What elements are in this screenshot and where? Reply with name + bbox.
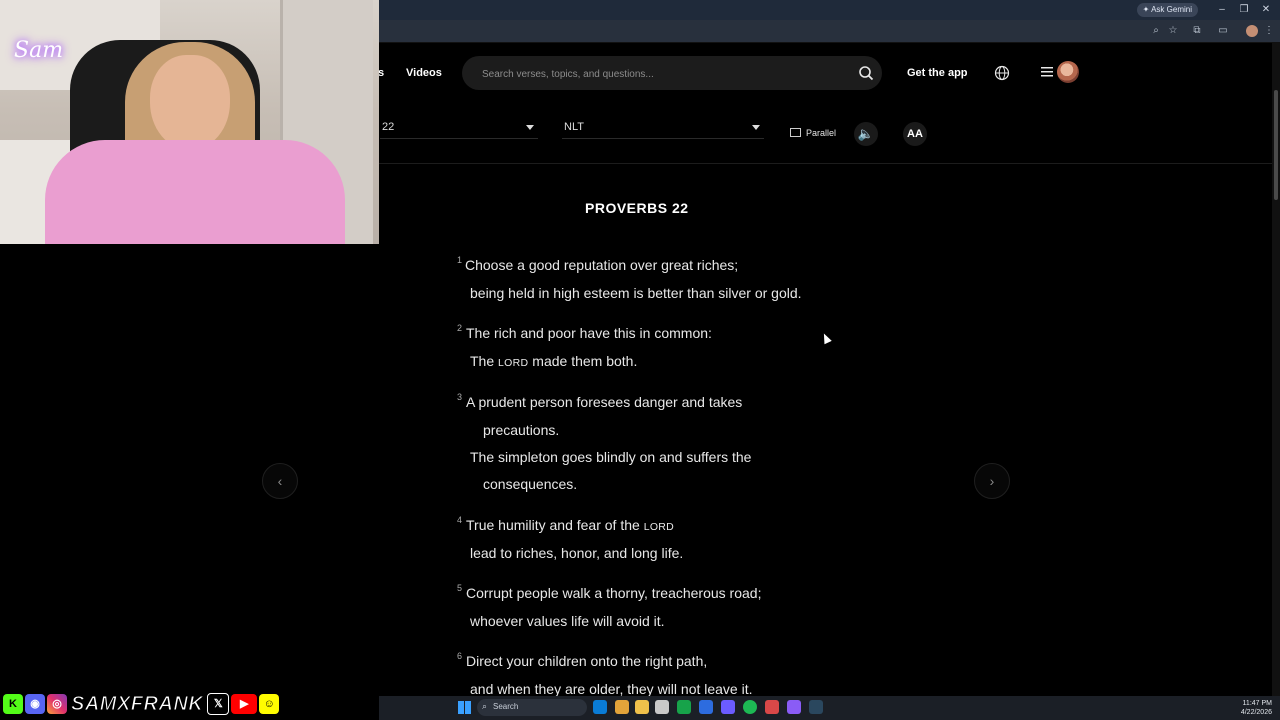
ask-gemini-button[interactable]: ✦ Ask Gemini (1136, 3, 1198, 17)
app-icon[interactable] (787, 700, 801, 714)
nav-link-videos[interactable]: Videos (406, 67, 442, 79)
verse-text: The (470, 353, 499, 369)
verse-line: The simpleton goes blindly on and suffer… (470, 449, 752, 465)
browser-menu-icon[interactable]: ⋮ (1262, 25, 1276, 36)
instagram-icon: ◎ (47, 694, 67, 714)
search-input[interactable] (480, 56, 844, 92)
webcam-overlay: Sam (0, 0, 379, 244)
app-icon[interactable] (677, 700, 691, 714)
social-handle-text: SAMXFRANK (69, 693, 206, 716)
verse-number: 2 (457, 323, 463, 333)
taskbar-search[interactable]: ⌕ Search (477, 699, 587, 716)
restore-icon[interactable]: ❐ (1236, 3, 1252, 17)
store-icon[interactable] (655, 700, 669, 714)
parallel-icon (790, 128, 801, 137)
snapchat-icon: ☺ (259, 694, 280, 714)
verse-text: made them both. (528, 353, 638, 369)
verse-line: Choose a good reputation over great rich… (465, 257, 739, 273)
verse-line: Direct your children onto the right path… (466, 653, 708, 669)
chapter-select[interactable]: 22 (380, 118, 538, 139)
search-icon[interactable] (858, 65, 874, 81)
toolbar-divider (379, 163, 1272, 164)
verse-line: and when they are older, they will not l… (470, 681, 753, 697)
side-panel-icon[interactable]: ▭ (1216, 25, 1230, 36)
next-chapter-button[interactable]: › (974, 463, 1010, 499)
kick-icon: K (3, 694, 23, 714)
ask-gemini-label: Ask Gemini (1151, 5, 1192, 14)
x-icon: 𝕏 (207, 693, 230, 715)
previous-chapter-button[interactable]: ‹ (262, 463, 298, 499)
page-scrollbar[interactable] (1272, 43, 1280, 696)
windows-taskbar: ⌕ Search 11:47 PM 4/22/2026 (379, 696, 1280, 720)
discord-icon: ◉ (25, 694, 45, 714)
verse-number: 3 (457, 392, 463, 402)
verse-line: True humility and fear of the Lord (466, 517, 674, 533)
chapter-select-value: 22 (382, 121, 395, 133)
chevron-left-icon: ‹ (277, 473, 283, 489)
gemini-icon: ✦ (1142, 5, 1152, 14)
verse-line: A prudent person foresees danger and tak… (466, 394, 743, 410)
scrollbar-thumb[interactable] (1274, 90, 1278, 200)
verse-line: whoever values life will avoid it. (470, 613, 665, 629)
taskbar-search-label: Search (493, 702, 519, 711)
verse-line: being held in high esteem is better than… (470, 285, 802, 301)
app-icon[interactable] (699, 700, 713, 714)
clock-date: 4/22/2026 (1240, 709, 1272, 716)
verse-line: Corrupt people walk a thorny, treacherou… (466, 585, 762, 601)
verse-text: True humility and fear of the (466, 517, 644, 533)
text-size-button[interactable]: AA (903, 122, 927, 146)
app-icon[interactable] (721, 700, 735, 714)
verse-line: lead to riches, honor, and long life. (470, 545, 684, 561)
minimize-icon[interactable]: – (1214, 3, 1230, 17)
extensions-icon[interactable]: ⧉ (1190, 25, 1204, 36)
clock-time: 11:47 PM (1242, 700, 1272, 707)
user-avatar[interactable] (1057, 61, 1079, 83)
social-handle-overlay: K ◉ ◎ SAMXFRANK 𝕏 ▶ ☺ (3, 692, 280, 716)
version-select[interactable]: NLT (562, 118, 764, 139)
version-select-value: NLT (564, 121, 584, 133)
app-icon[interactable] (765, 700, 779, 714)
verse-number: 6 (457, 651, 463, 661)
file-explorer-icon[interactable] (635, 700, 649, 714)
search-box[interactable] (462, 56, 882, 92)
globe-icon[interactable] (994, 65, 1010, 81)
steam-icon[interactable] (809, 700, 823, 714)
close-icon[interactable]: ✕ (1258, 3, 1274, 17)
verse-line: consequences. (483, 476, 578, 492)
stream-logo: Sam (14, 38, 64, 63)
get-the-app-link[interactable]: Get the app (907, 67, 968, 79)
lord-small-caps: Lord (498, 357, 529, 369)
windows-start-icon[interactable] (458, 701, 471, 714)
cam-person-hoodie (45, 140, 345, 244)
zoom-icon[interactable]: ⌕ (1149, 25, 1163, 36)
cam-person-face (150, 55, 230, 150)
chevron-down-icon (752, 125, 760, 130)
speaker-icon: 🔈 (857, 126, 875, 141)
chevron-right-icon: › (989, 473, 995, 489)
audio-button[interactable]: 🔈 (854, 122, 878, 146)
edge-icon[interactable] (593, 700, 607, 714)
chrome-icon[interactable] (615, 700, 629, 714)
hamburger-menu-icon[interactable] (1041, 65, 1054, 79)
verse-number: 4 (457, 515, 463, 525)
verse-line: precautions. (483, 422, 560, 438)
chapter-title: PROVERBS 22 (585, 200, 689, 216)
parallel-button[interactable]: Parallel (790, 128, 836, 138)
verse-number: 1 (457, 255, 463, 265)
verse-line: The rich and poor have this in common: (466, 325, 712, 341)
youtube-icon: ▶ (231, 694, 258, 714)
lord-small-caps: Lord (643, 521, 675, 533)
text-size-label: AA (907, 128, 923, 140)
spotify-icon[interactable] (743, 700, 757, 714)
taskbar-clock[interactable]: 11:47 PM 4/22/2026 (1241, 699, 1272, 717)
chevron-down-icon (526, 125, 534, 130)
bookmark-star-icon[interactable]: ☆ (1166, 25, 1180, 36)
parallel-label: Parallel (806, 128, 837, 138)
browser-profile-avatar[interactable] (1246, 25, 1258, 37)
verse-number: 5 (457, 583, 463, 593)
search-icon: ⌕ (482, 701, 488, 711)
verse-line: The Lord made them both. (470, 353, 637, 369)
